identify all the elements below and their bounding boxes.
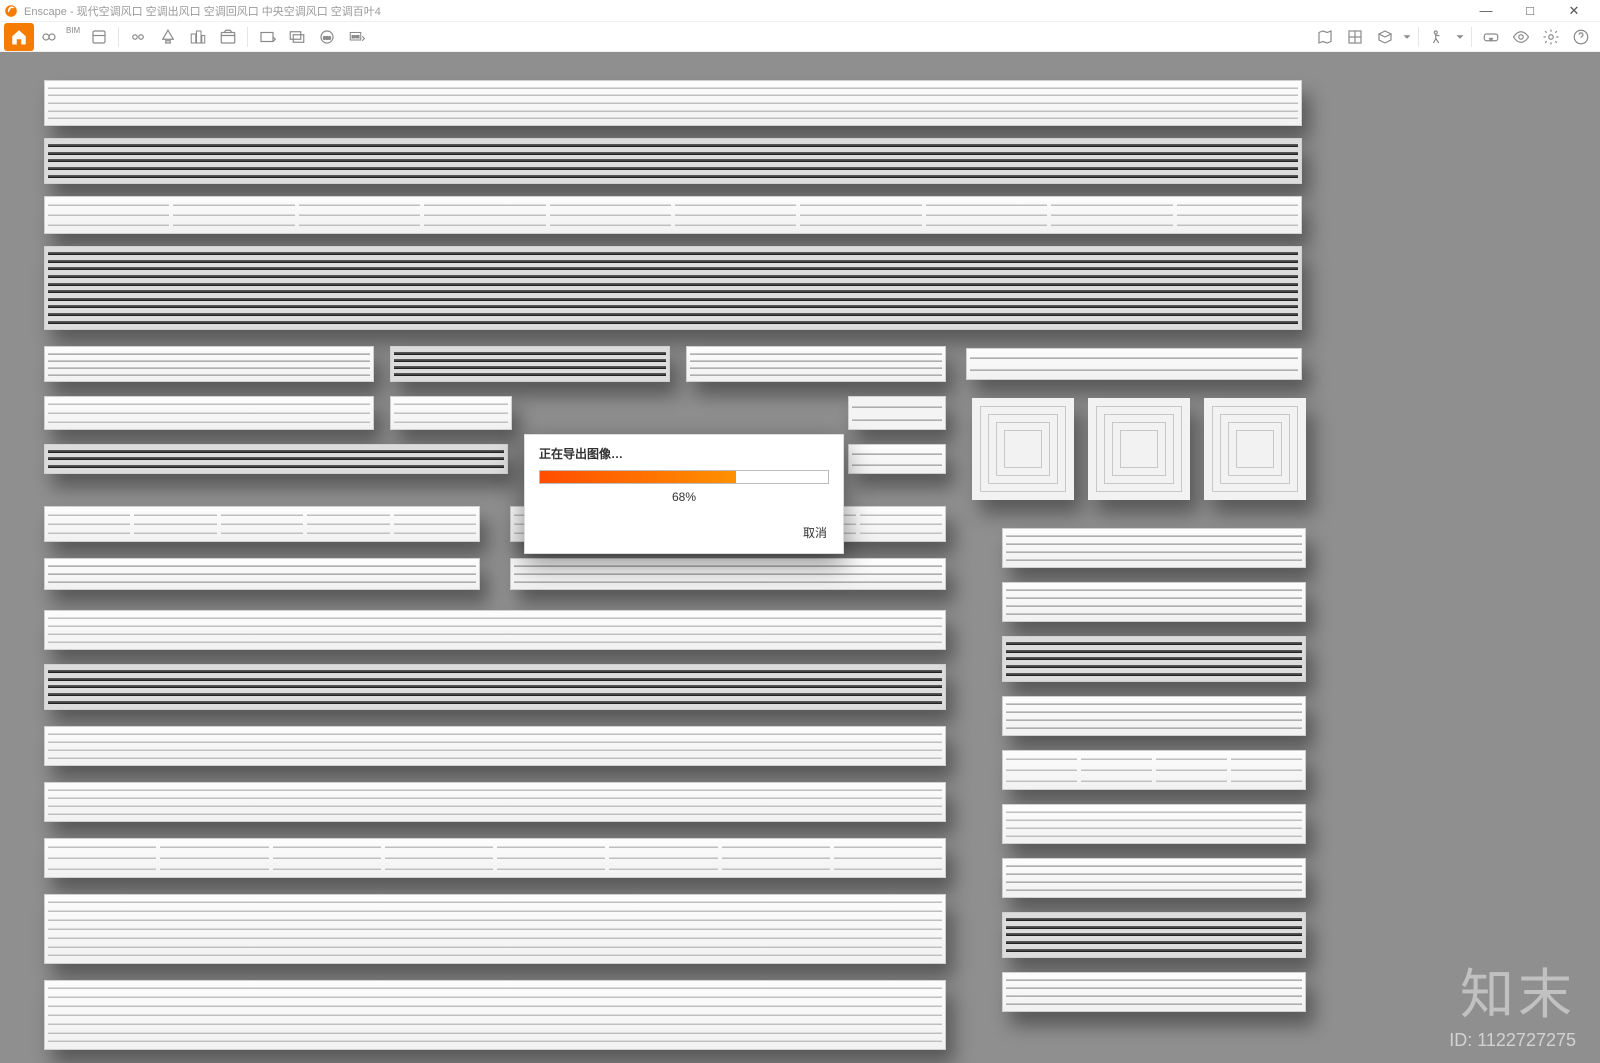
separator <box>1418 27 1419 47</box>
bim-mode-button[interactable] <box>84 23 114 51</box>
light-settings-button[interactable] <box>153 23 183 51</box>
vent-linear <box>44 558 480 590</box>
home-button[interactable] <box>4 23 34 51</box>
vent-linear-dark <box>44 444 508 474</box>
vent-linear-dark <box>44 138 1302 184</box>
vent-linear <box>1002 528 1306 568</box>
titlebar: Enscape - 现代空调风口 空调出风口 空调回风口 中央空调风口 空调百叶… <box>0 0 1600 22</box>
vent-linear-dark <box>1002 636 1306 682</box>
vent-linear <box>1002 696 1306 736</box>
views-button[interactable] <box>123 23 153 51</box>
vr-button[interactable] <box>1476 23 1506 51</box>
vent-return <box>44 894 946 964</box>
vent-linear <box>1002 972 1306 1012</box>
bim-label: BIM <box>66 22 80 35</box>
ceiling-diffuser <box>1088 398 1190 500</box>
vent-small <box>848 444 946 474</box>
vent-linear <box>1002 582 1306 622</box>
toolbar-right <box>1310 23 1596 51</box>
vent-linear <box>44 80 1302 126</box>
ceiling-diffuser <box>972 398 1074 500</box>
vent-small <box>848 396 946 430</box>
progress-bar <box>539 470 829 484</box>
close-button[interactable]: ✕ <box>1552 0 1596 22</box>
navigation-mode-button[interactable] <box>1423 23 1453 51</box>
export-exe-button[interactable]: EXE <box>342 23 372 51</box>
vent-linear <box>44 782 946 822</box>
vent-slot <box>966 348 1302 380</box>
separator <box>1471 27 1472 47</box>
panorama-button[interactable]: 360 <box>312 23 342 51</box>
perspective-dropdown[interactable] <box>1400 23 1414 51</box>
svg-text:360: 360 <box>323 35 331 40</box>
minimize-button[interactable]: — <box>1464 0 1508 22</box>
vent-linear <box>1002 858 1306 898</box>
vent-linear <box>686 346 946 382</box>
maximize-button[interactable]: □ <box>1508 0 1552 22</box>
site-context-button[interactable] <box>183 23 213 51</box>
export-progress-dialog: 正在导出图像… 68% 取消 <box>524 434 844 554</box>
vent-linear <box>510 558 946 590</box>
general-settings-button[interactable] <box>1536 23 1566 51</box>
link-sync-button[interactable] <box>34 23 64 51</box>
vent-linear-dark <box>44 664 946 710</box>
progress-bar-fill <box>540 471 736 483</box>
minimap-button[interactable] <box>1310 23 1340 51</box>
separator <box>118 27 119 47</box>
toolbar: BIM 360 EXE <box>0 22 1600 52</box>
vent-linear <box>44 346 374 382</box>
navigation-dropdown[interactable] <box>1453 23 1467 51</box>
ceiling-diffuser <box>1204 398 1306 500</box>
perspective-button[interactable] <box>1370 23 1400 51</box>
screenshot-button[interactable] <box>252 23 282 51</box>
vent-grille <box>44 506 480 542</box>
render-viewport[interactable]: 知末 ID: 1122727275 正在导出图像… 68% 取消 <box>0 52 1600 1063</box>
progress-percent: 68% <box>525 490 843 504</box>
visual-settings-button[interactable] <box>1506 23 1536 51</box>
vent-linear <box>44 610 946 650</box>
video-path-button[interactable] <box>213 23 243 51</box>
vent-grille <box>1002 750 1306 790</box>
vent-return-dark <box>44 246 1302 330</box>
watermark-brand: 知末 <box>1460 950 1576 1029</box>
separator <box>247 27 248 47</box>
batch-render-button[interactable] <box>282 23 312 51</box>
help-button[interactable] <box>1566 23 1596 51</box>
vent-linear <box>1002 804 1306 844</box>
svg-text:EXE: EXE <box>352 34 360 38</box>
vent-linear-dark <box>390 346 670 382</box>
cancel-button[interactable]: 取消 <box>803 524 827 541</box>
watermark-id: ID: 1122727275 <box>1449 1030 1576 1051</box>
asset-library-button[interactable] <box>1340 23 1370 51</box>
window-title: Enscape - 现代空调风口 空调出风口 空调回风口 中央空调风口 空调百叶… <box>24 3 381 19</box>
vent-linear <box>44 396 374 430</box>
vent-return <box>44 980 946 1050</box>
vent-grille <box>44 838 946 878</box>
vent-grille <box>44 196 1302 234</box>
dialog-title: 正在导出图像… <box>525 435 843 470</box>
vent-linear <box>390 396 512 430</box>
window-controls: — □ ✕ <box>1464 0 1596 22</box>
app-logo-icon <box>4 4 18 18</box>
vent-linear-dark <box>1002 912 1306 958</box>
vent-linear <box>44 726 946 766</box>
